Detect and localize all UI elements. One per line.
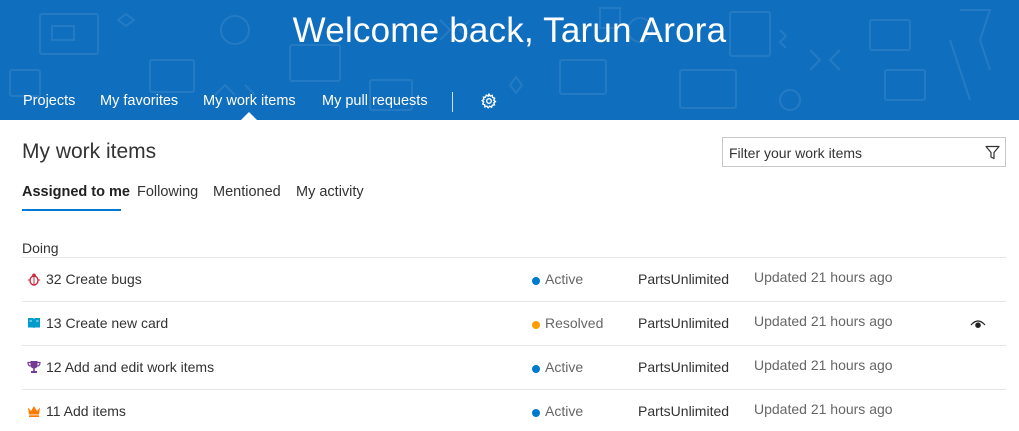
gear-icon[interactable]	[481, 93, 497, 109]
nav-my-pull-requests[interactable]: My pull requests	[322, 93, 428, 109]
nav-divider	[452, 92, 453, 112]
work-item-updated: Updated 21 hours ago	[754, 269, 893, 285]
state-dot	[532, 277, 540, 285]
work-item-updated: Updated 21 hours ago	[754, 313, 893, 329]
work-item-row[interactable]: 11 Add items Active PartsUnlimited Updat…	[0, 390, 1019, 431]
work-item-title[interactable]: 32 Create bugs	[46, 271, 142, 287]
work-item-updated: Updated 21 hours ago	[754, 401, 893, 417]
tab-my-activity[interactable]: My activity	[296, 184, 364, 200]
welcome-banner: Welcome back, Tarun Arora Projects My fa…	[0, 0, 1019, 120]
tab-assigned-to-me[interactable]: Assigned to me	[22, 184, 130, 200]
state-dot	[532, 365, 540, 373]
work-item-row[interactable]: 12 Add and edit work items Active PartsU…	[0, 346, 1019, 390]
nav-selected-caret	[241, 112, 257, 120]
book-icon	[28, 318, 40, 329]
selected-tab-indicator	[22, 209, 121, 211]
work-item-state: Active	[545, 359, 584, 375]
work-item-state: Active	[545, 403, 584, 419]
tab-mentioned[interactable]: Mentioned	[213, 184, 281, 200]
work-item-row[interactable]: 32 Create bugs Active PartsUnlimited Upd…	[0, 258, 1019, 302]
work-item-title[interactable]: 11 Add items	[46, 403, 126, 419]
work-item-project: PartsUnlimited	[638, 271, 730, 287]
work-item-project: PartsUnlimited	[638, 315, 730, 331]
eye-icon[interactable]	[970, 318, 986, 330]
page-title: My work items	[22, 140, 157, 163]
work-item-project: PartsUnlimited	[638, 359, 730, 375]
bug-icon	[27, 273, 41, 286]
filter-box[interactable]	[722, 137, 1006, 167]
nav-my-favorites[interactable]: My favorites	[100, 93, 178, 109]
trophy-icon	[27, 361, 41, 373]
work-item-title[interactable]: 13 Create new card	[46, 315, 168, 331]
tab-following[interactable]: Following	[137, 184, 198, 200]
work-item-updated: Updated 21 hours ago	[754, 357, 893, 373]
work-item-row[interactable]: 13 Create new card Resolved PartsUnlimit…	[0, 302, 1019, 346]
group-header-doing: Doing	[22, 240, 59, 256]
nav-my-work-items[interactable]: My work items	[203, 93, 296, 109]
work-item-state: Resolved	[545, 315, 604, 331]
top-nav: Projects My favorites My work items My p…	[0, 86, 1019, 120]
welcome-title: Welcome back, Tarun Arora	[292, 11, 727, 50]
work-item-project: PartsUnlimited	[638, 403, 730, 419]
nav-projects[interactable]: Projects	[23, 93, 75, 109]
funnel-icon[interactable]	[985, 145, 1000, 160]
work-item-state: Active	[545, 271, 584, 287]
work-item-title[interactable]: 12 Add and edit work items	[46, 359, 214, 375]
filter-input[interactable]	[729, 143, 979, 162]
state-dot	[532, 409, 540, 417]
crown-icon	[28, 406, 40, 417]
state-dot	[532, 321, 540, 329]
